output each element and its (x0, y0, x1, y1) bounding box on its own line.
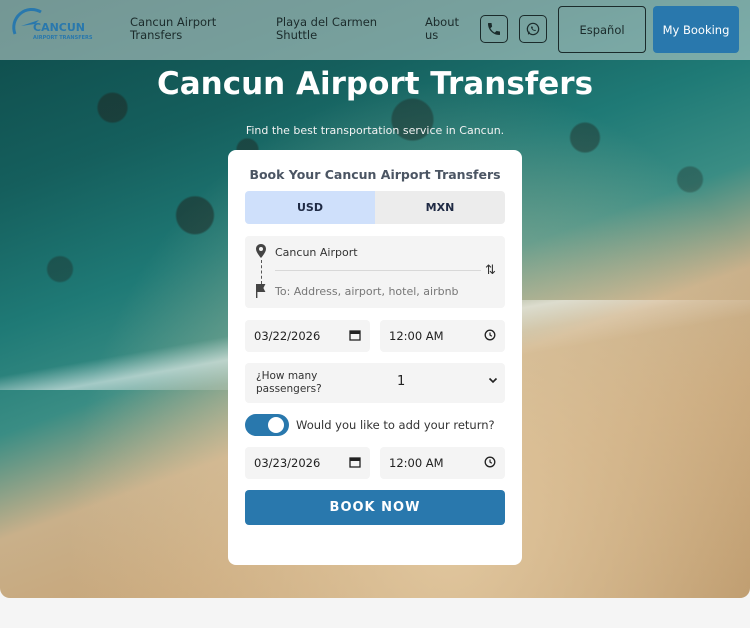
nav-link-about[interactable]: About us (425, 16, 470, 42)
from-field[interactable]: Cancun Airport (275, 246, 358, 259)
route-divider (275, 270, 481, 271)
route-connector (261, 260, 262, 284)
whatsapp-button[interactable] (519, 15, 547, 43)
return-time-field[interactable]: 12:00 AM (380, 447, 505, 479)
nav-link-playa-shuttle[interactable]: Playa del Carmen Shuttle (276, 16, 396, 42)
svg-text:CANCUN: CANCUN (33, 21, 85, 34)
location-pin-icon (256, 244, 266, 258)
currency-toggle: USD MXN (245, 191, 505, 224)
toggle-knob (268, 417, 284, 433)
departure-date-value: 03/22/2026 (254, 329, 321, 343)
clock-icon[interactable] (484, 329, 496, 341)
flag-icon (256, 284, 266, 298)
passengers-label: ¿How many passengers? (256, 370, 322, 395)
route-fields: Cancun Airport ⇅ To: Address, airport, h… (245, 236, 505, 308)
svg-text:AIRPORT TRANSFERS: AIRPORT TRANSFERS (33, 35, 93, 41)
my-booking-button[interactable]: My Booking (653, 6, 739, 53)
departure-time-field[interactable]: 12:00 AM (380, 320, 505, 352)
calendar-icon[interactable] (349, 456, 361, 468)
whatsapp-icon (526, 22, 540, 36)
nav-link-cancun-transfers[interactable]: Cancun Airport Transfers (130, 16, 250, 42)
passengers-value: 1 (397, 374, 406, 389)
return-label: Would you like to add your return? (296, 418, 495, 432)
currency-mxn-tab[interactable]: MXN (375, 191, 505, 224)
to-field[interactable]: To: Address, airport, hotel, airbnb (275, 285, 459, 298)
chevron-down-icon (488, 377, 498, 384)
return-time-value: 12:00 AM (389, 456, 444, 470)
logo[interactable]: CANCUN AIRPORT TRANSFERS (11, 6, 103, 52)
currency-usd-tab[interactable]: USD (245, 191, 375, 224)
return-date-field[interactable]: 03/23/2026 (245, 447, 370, 479)
page-subtitle: Find the best transportation service in … (245, 124, 505, 137)
passengers-select[interactable]: ¿How many passengers? 1 (245, 363, 505, 403)
return-toggle[interactable] (245, 414, 289, 436)
swap-icon[interactable]: ⇅ (485, 263, 496, 278)
phone-icon (488, 23, 500, 35)
top-nav: CANCUN AIRPORT TRANSFERS Cancun Airport … (0, 0, 750, 60)
calendar-icon[interactable] (349, 329, 361, 341)
language-button[interactable]: Español (558, 6, 646, 53)
booking-card: Book Your Cancun Airport Transfers USD M… (228, 150, 522, 565)
book-now-button[interactable]: BOOK NOW (245, 490, 505, 525)
clock-icon[interactable] (484, 456, 496, 468)
departure-date-field[interactable]: 03/22/2026 (245, 320, 370, 352)
phone-button[interactable] (480, 15, 508, 43)
page-title: Cancun Airport Transfers (156, 66, 594, 102)
return-date-value: 03/23/2026 (254, 456, 321, 470)
booking-card-title: Book Your Cancun Airport Transfers (249, 167, 501, 182)
departure-time-value: 12:00 AM (389, 329, 444, 343)
